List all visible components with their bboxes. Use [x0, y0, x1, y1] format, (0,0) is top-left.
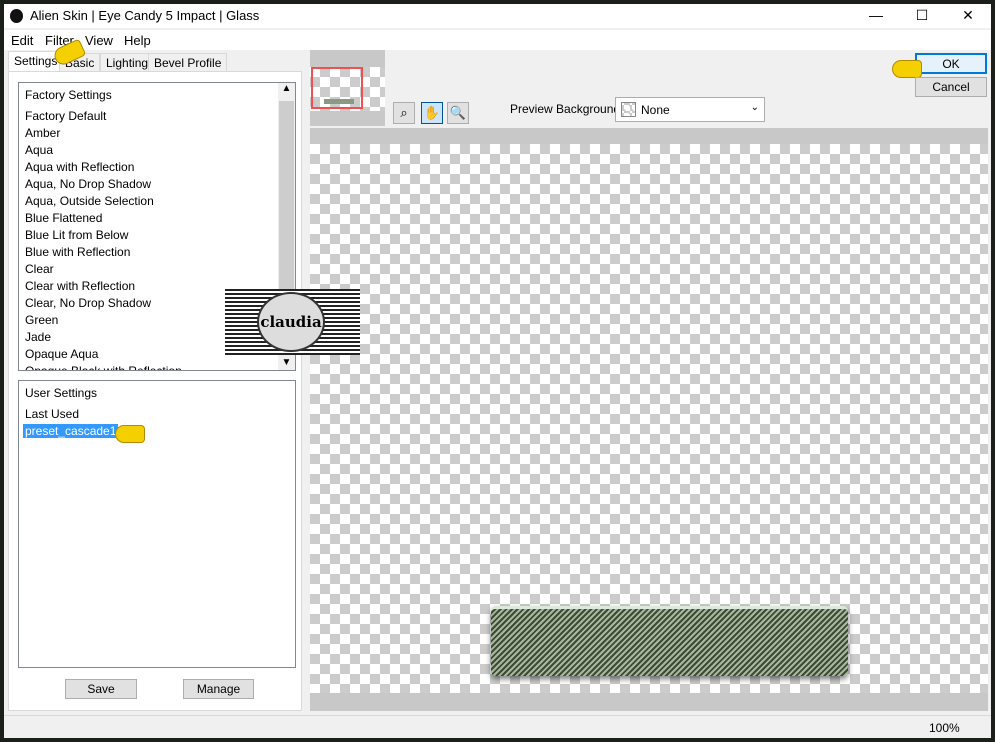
- ok-button[interactable]: OK: [915, 53, 987, 74]
- zoom-level: 100%: [929, 721, 960, 735]
- list-item[interactable]: Amber: [25, 126, 60, 140]
- minimize-button[interactable]: —: [853, 4, 899, 28]
- cancel-button[interactable]: Cancel: [915, 77, 987, 97]
- list-item[interactable]: Opaque Aqua: [25, 347, 98, 361]
- maximize-button[interactable]: ☐: [899, 4, 945, 28]
- pointer-hand-icon: [115, 425, 145, 443]
- window-title: Alien Skin | Eye Candy 5 Impact | Glass: [30, 8, 260, 23]
- scroll-down-icon[interactable]: ▼: [278, 357, 295, 368]
- list-item[interactable]: Clear: [25, 262, 54, 276]
- list-item[interactable]: Jade: [25, 330, 51, 344]
- list-item[interactable]: Aqua with Reflection: [25, 160, 134, 174]
- pointer-hand-icon: [892, 60, 922, 78]
- list-item[interactable]: Green: [25, 313, 58, 327]
- zoom-to-fit-icon[interactable]: ⌕: [393, 102, 415, 124]
- menu-view[interactable]: View: [85, 33, 113, 48]
- list-item[interactable]: Aqua, No Drop Shadow: [25, 177, 151, 191]
- manage-button[interactable]: Manage: [183, 679, 254, 699]
- list-item[interactable]: Aqua: [25, 143, 53, 157]
- list-header: Factory Settings: [25, 88, 112, 102]
- magnifier-icon[interactable]: 🔍: [447, 102, 469, 124]
- scroll-thumb[interactable]: [279, 101, 294, 306]
- preview-background-label: Preview Background:: [510, 102, 624, 116]
- list-item[interactable]: Blue Flattened: [25, 211, 102, 225]
- app-window: Alien Skin | Eye Candy 5 Impact | Glass …: [4, 4, 991, 738]
- settings-panel: Factory Settings Factory Default Amber Aqu…: [8, 71, 302, 711]
- viewport-rect[interactable]: [311, 67, 363, 109]
- select-value: None: [641, 103, 670, 117]
- title-bar: Alien Skin | Eye Candy 5 Impact | Glass …: [4, 4, 991, 28]
- list-item[interactable]: Opaque Black with Reflection: [25, 364, 182, 370]
- status-bar: 100%: [4, 715, 991, 738]
- user-settings-list[interactable]: User Settings Last Used preset_cascade1: [18, 380, 296, 668]
- list-item[interactable]: Clear, No Drop Shadow: [25, 296, 151, 310]
- glass-effect-preview: [491, 606, 848, 676]
- navigator-thumbnail[interactable]: [310, 50, 385, 126]
- chevron-down-icon: ⌄: [750, 102, 759, 113]
- tab-lighting[interactable]: Lighting: [100, 53, 155, 71]
- menu-bar: Edit Filter View Help: [4, 30, 991, 50]
- close-button[interactable]: ✕: [945, 4, 991, 28]
- scroll-up-icon[interactable]: ▲: [278, 83, 295, 94]
- list-item[interactable]: Clear with Reflection: [25, 279, 135, 293]
- menu-help[interactable]: Help: [124, 33, 151, 48]
- list-item[interactable]: Blue Lit from Below: [25, 228, 128, 242]
- preview-background-select[interactable]: None ⌄: [615, 97, 765, 122]
- menu-edit[interactable]: Edit: [11, 33, 33, 48]
- list-item[interactable]: Blue with Reflection: [25, 245, 130, 259]
- preview-area[interactable]: [310, 128, 988, 711]
- hand-tool-icon[interactable]: ✋: [421, 102, 443, 124]
- list-header: User Settings: [25, 386, 98, 400]
- app-icon: [10, 9, 23, 23]
- watermark-text: claudia: [257, 292, 325, 352]
- list-item[interactable]: Aqua, Outside Selection: [25, 194, 154, 208]
- preview-canvas[interactable]: [310, 144, 988, 693]
- list-item[interactable]: Last Used: [25, 407, 79, 421]
- swatch-icon: [621, 102, 636, 117]
- save-button[interactable]: Save: [65, 679, 137, 699]
- list-item[interactable]: Factory Default: [25, 109, 106, 123]
- list-item-selected[interactable]: preset_cascade1: [23, 424, 119, 438]
- watermark-logo: claudia: [225, 289, 360, 355]
- tab-bevel-profile[interactable]: Bevel Profile: [148, 53, 228, 71]
